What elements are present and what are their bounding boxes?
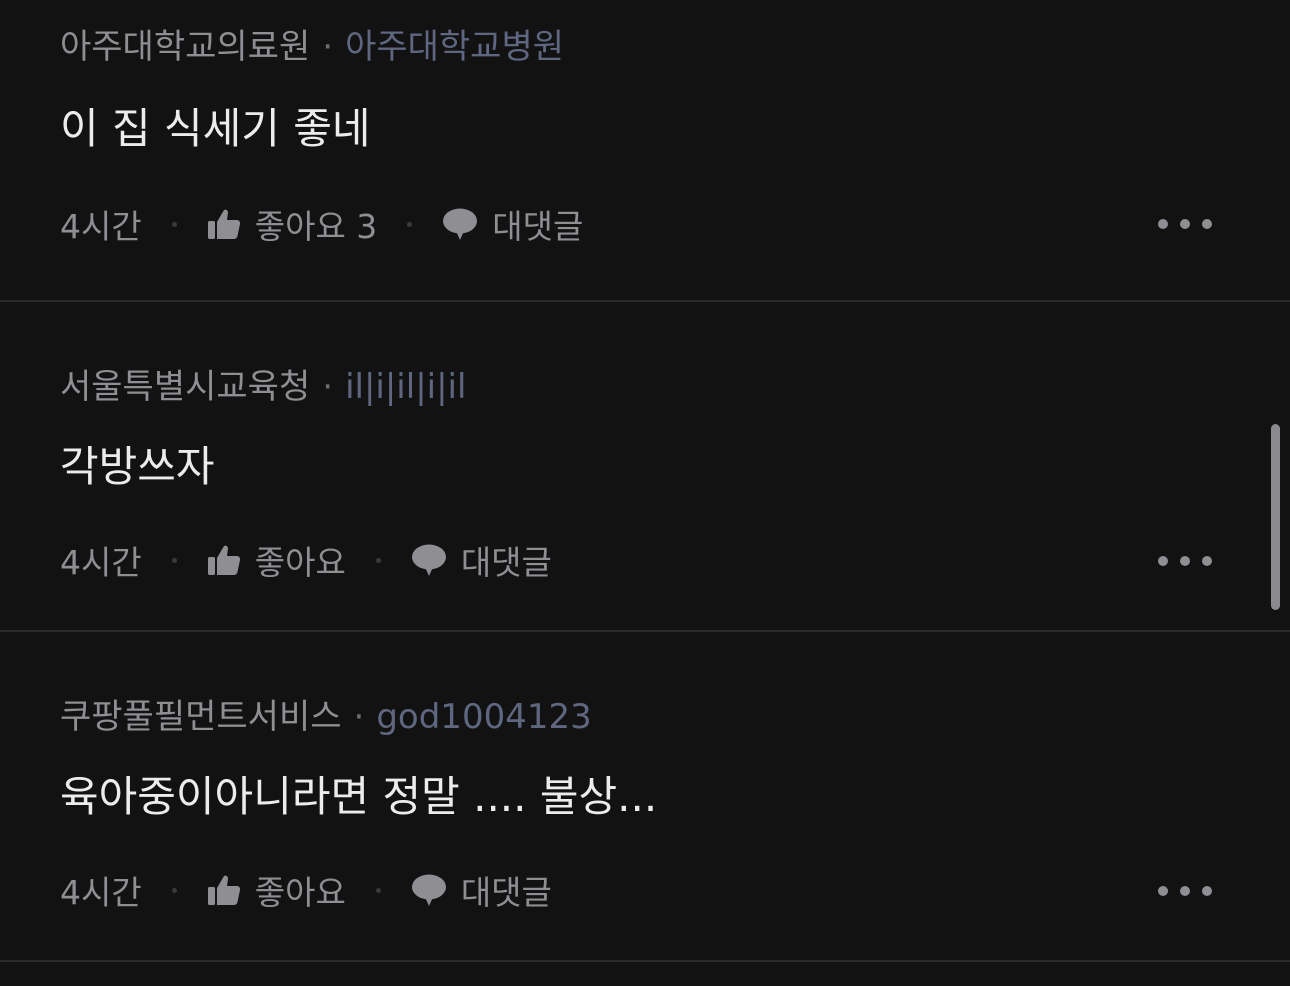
like-label: 좋아요: [254, 873, 346, 912]
action-separator: [171, 887, 177, 893]
author-nickname[interactable]: 아주대학교병원: [345, 27, 564, 67]
reply-label: 대댓글: [492, 207, 584, 246]
comment-item: 서울특별시교육청 · il|i|il|i|il 각방쓰자 4시간 좋아요 대댓글: [0, 302, 1290, 632]
like-button[interactable]: 좋아요: [207, 536, 346, 584]
more-dots-icon[interactable]: [1158, 216, 1212, 232]
like-button[interactable]: 좋아요 3: [207, 200, 378, 248]
like-label: 좋아요: [254, 543, 346, 582]
comment-feed: 아주대학교의료원 · 아주대학교병원 이 집 식세기 좋네 4시간 좋아요 3 대댓…: [0, 0, 1290, 986]
comment-item: 쿠팡풀필먼트서비스 · god1004123 육아중이아니라면 정말 .... 불상…: [0, 632, 1290, 962]
comment-meta: 아주대학교의료원 · 아주대학교병원: [60, 30, 564, 64]
comment-item: 아주대학교의료원 · 아주대학교병원 이 집 식세기 좋네 4시간 좋아요 3 대댓…: [0, 0, 1290, 302]
action-separator: [171, 221, 177, 227]
reply-label: 대댓글: [460, 873, 552, 912]
reply-button[interactable]: 대댓글: [411, 536, 552, 584]
action-separator: [375, 557, 381, 563]
thumbs-up-icon: [207, 209, 240, 239]
comment-text: 육아중이아니라면 정말 .... 불상...: [60, 772, 658, 821]
comment-actions: 4시간 좋아요 3 대댓글: [60, 204, 583, 246]
action-separator: [171, 557, 177, 563]
more-dots-icon[interactable]: [1158, 553, 1212, 569]
author-nickname[interactable]: god1004123: [376, 697, 591, 737]
speech-bubble-icon: [411, 544, 446, 576]
meta-separator: ·: [353, 697, 365, 737]
comment-text: 각방쓰자: [60, 442, 215, 491]
author-org[interactable]: 쿠팡풀필먼트서비스: [60, 697, 342, 737]
action-separator: [375, 887, 381, 893]
reply-button[interactable]: 대댓글: [411, 866, 552, 914]
meta-separator: ·: [322, 367, 334, 407]
comment-actions: 4시간 좋아요 대댓글: [60, 870, 552, 912]
comment-actions: 4시간 좋아요 대댓글: [60, 540, 552, 582]
reply-button[interactable]: 대댓글: [442, 200, 583, 248]
comment-time: 4시간: [60, 543, 142, 582]
like-label: 좋아요 3: [254, 207, 378, 246]
like-button[interactable]: 좋아요: [207, 866, 346, 914]
author-nickname[interactable]: il|i|il|i|il: [345, 367, 466, 407]
comment-text: 이 집 식세기 좋네: [60, 104, 371, 153]
comment-time: 4시간: [60, 873, 142, 912]
thumbs-up-icon: [207, 875, 240, 905]
thumbs-up-icon: [207, 545, 240, 575]
author-org[interactable]: 아주대학교의료원: [60, 27, 310, 67]
author-org[interactable]: 서울특별시교육청: [60, 367, 310, 407]
speech-bubble-icon: [411, 874, 446, 906]
comment-meta: 서울특별시교육청 · il|i|il|i|il: [60, 370, 466, 404]
speech-bubble-icon: [443, 208, 478, 240]
action-separator: [407, 221, 413, 227]
meta-separator: ·: [322, 27, 334, 67]
reply-label: 대댓글: [460, 543, 552, 582]
comment-meta: 쿠팡풀필먼트서비스 · god1004123: [60, 700, 592, 734]
comment-time: 4시간: [60, 207, 142, 246]
more-dots-icon[interactable]: [1158, 883, 1212, 899]
scrollbar-thumb[interactable]: [1271, 424, 1280, 610]
